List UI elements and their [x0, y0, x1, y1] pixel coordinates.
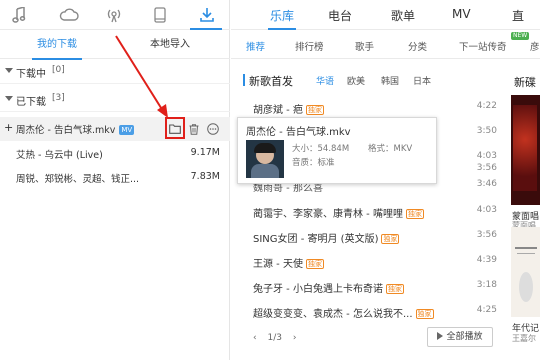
section-label: 已下载: [16, 97, 46, 108]
song-duration: 3:56: [476, 163, 497, 173]
song-title: 蔺霭宇、李家豪、康青林 - 嘴哩哩 独家: [253, 209, 424, 220]
nav-radio[interactable]: 电台: [328, 7, 352, 24]
download-item-name: 艾热 - 乌云中 (Live): [16, 150, 103, 161]
highlight-box: [165, 117, 185, 139]
next-page-button[interactable]: ›: [293, 333, 297, 343]
song-duration: 3:18: [476, 280, 497, 290]
play-icon: [437, 332, 444, 340]
song-row[interactable]: 蔺霭宇、李家豪、康青林 - 嘴哩哩 独家 4:03: [231, 200, 501, 224]
album-subtitle: 王嘉尔: [512, 334, 536, 343]
song-row[interactable]: 王源 - 天使 独家 4:39: [231, 250, 501, 274]
song-title: 王源 - 天使 独家: [253, 259, 324, 270]
play-all-button[interactable]: 全部播放: [427, 327, 493, 347]
exclusive-tag: 独家: [305, 259, 324, 269]
tab-my-downloads[interactable]: 我的下载: [12, 31, 102, 60]
download-row[interactable]: 艾热 - 乌云中 (Live) 9.17M: [0, 142, 230, 166]
exclusive-tag: 独家: [405, 209, 424, 219]
song-duration: 3:46: [476, 179, 497, 189]
sub-nav: 推荐 排行榜 歌手 分类 下一站传奇 NEW 彦: [231, 31, 540, 59]
nav-playlists[interactable]: 歌单: [391, 7, 415, 24]
nav-library[interactable]: 乐库: [270, 7, 294, 24]
region-korea[interactable]: 韩国: [381, 74, 399, 87]
download-item-name: 周杰伦 - 告白气球.mkv MV: [16, 125, 135, 136]
tooltip-quality: 音质：标准: [292, 158, 335, 168]
subnav-categories[interactable]: 分类: [408, 39, 427, 53]
page-indicator: 1/3: [267, 333, 282, 343]
section-downloading[interactable]: 下载中 [0]: [0, 60, 230, 84]
collapse-arrow-icon: [5, 68, 13, 73]
download-tabs: 我的下载 本地导入: [0, 31, 230, 60]
download-panel: 我的下载 本地导入 下载中 [0] 已下载 [3] + 周杰伦 - 告白气球.m…: [0, 0, 230, 360]
subnav-next-legend[interactable]: 下一站传奇: [459, 39, 507, 53]
region-western[interactable]: 欧美: [347, 74, 365, 87]
song-title: SING女团 - 寄明月 (英文版) 独家: [253, 234, 400, 245]
region-japan[interactable]: 日本: [413, 74, 431, 87]
song-duration: 3:56: [476, 230, 497, 240]
song-row[interactable]: 超级变变变、袁成杰 - 怎么说我不... 独家 4:25: [231, 300, 501, 324]
download-item-name: 周锐、郑锐彬、灵超、钱正...: [16, 174, 140, 185]
side-section-title: 新碟: [514, 76, 536, 89]
exclusive-tag: 独家: [305, 105, 324, 115]
download-item-size: 9.17M: [190, 147, 220, 158]
song-duration: 4:39: [476, 255, 497, 265]
nav-active-indicator: [268, 28, 296, 30]
exclusive-tag: 独家: [415, 309, 434, 319]
song-duration: 4:25: [476, 305, 497, 315]
download-row[interactable]: 周锐、郑锐彬、灵超、钱正... 7.83M: [0, 166, 230, 190]
song-title: 超级变变变、袁成杰 - 怎么说我不... 独家: [253, 309, 434, 320]
section-label: 下载中: [16, 69, 46, 80]
song-row[interactable]: 兔子牙 - 小白兔遇上卡布奇诺 独家 3:18: [231, 275, 501, 299]
expand-plus-icon[interactable]: +: [4, 121, 13, 134]
subnav-more[interactable]: 彦: [530, 39, 540, 53]
exclusive-tag: 独家: [381, 234, 400, 244]
song-title: 兔子牙 - 小白兔遇上卡布奇诺 独家: [253, 284, 404, 295]
phone-icon[interactable]: [151, 6, 169, 24]
section-count: [3]: [52, 93, 65, 103]
file-info-tooltip: 周杰伦 - 告白气球.mkv 大小：54.84M 格式：MKV 音质：标准: [237, 117, 437, 184]
nav-live[interactable]: 直: [512, 7, 524, 24]
collapse-arrow-icon: [5, 96, 13, 101]
cloud-icon[interactable]: [58, 6, 80, 24]
album-cover[interactable]: [511, 95, 540, 205]
subnav-artists[interactable]: 歌手: [355, 39, 374, 53]
song-duration: 3:50: [476, 126, 497, 136]
subnav-recommend[interactable]: 推荐: [246, 39, 265, 53]
prev-page-button[interactable]: ‹: [253, 333, 257, 343]
left-toolbar: [0, 0, 230, 30]
tooltip-title: 周杰伦 - 告白气球.mkv: [246, 127, 351, 138]
album-cover[interactable]: [511, 227, 540, 317]
download-item-size: 7.83M: [190, 171, 220, 182]
active-tab-indicator: [190, 28, 222, 30]
mv-badge: MV: [119, 125, 135, 135]
new-badge: NEW: [511, 32, 530, 40]
more-options-icon[interactable]: [205, 121, 221, 137]
nav-mv[interactable]: MV: [452, 7, 471, 21]
radio-icon[interactable]: [105, 6, 123, 24]
section-title: 新歌首发: [249, 75, 293, 88]
exclusive-tag: 独家: [385, 284, 404, 294]
trash-icon[interactable]: [186, 121, 202, 137]
download-row[interactable]: + 周杰伦 - 告白气球.mkv MV: [0, 117, 230, 141]
section-count: [0]: [52, 65, 65, 75]
tooltip-size: 大小：54.84M: [292, 144, 350, 154]
tooltip-cover-image: [246, 140, 284, 178]
subnav-charts[interactable]: 排行榜: [295, 39, 324, 53]
download-icon[interactable]: [198, 6, 216, 24]
tab-local-import[interactable]: 本地导入: [125, 31, 215, 59]
song-duration: 4:03: [476, 205, 497, 215]
song-title: 胡彦斌 - 疤独家: [253, 105, 324, 116]
section-downloaded[interactable]: 已下载 [3]: [0, 88, 230, 112]
music-note-icon[interactable]: [10, 6, 28, 24]
song-duration: 4:22: [476, 101, 497, 111]
region-chinese[interactable]: 华语: [316, 74, 334, 87]
top-nav: 乐库 电台 歌单 MV 直: [231, 0, 540, 30]
tooltip-format: 格式：MKV: [368, 144, 413, 154]
song-row[interactable]: SING女团 - 寄明月 (英文版) 独家 3:56: [231, 225, 501, 249]
section-marker: [243, 74, 245, 86]
pagination: ‹ 1/3 ›: [253, 333, 296, 343]
